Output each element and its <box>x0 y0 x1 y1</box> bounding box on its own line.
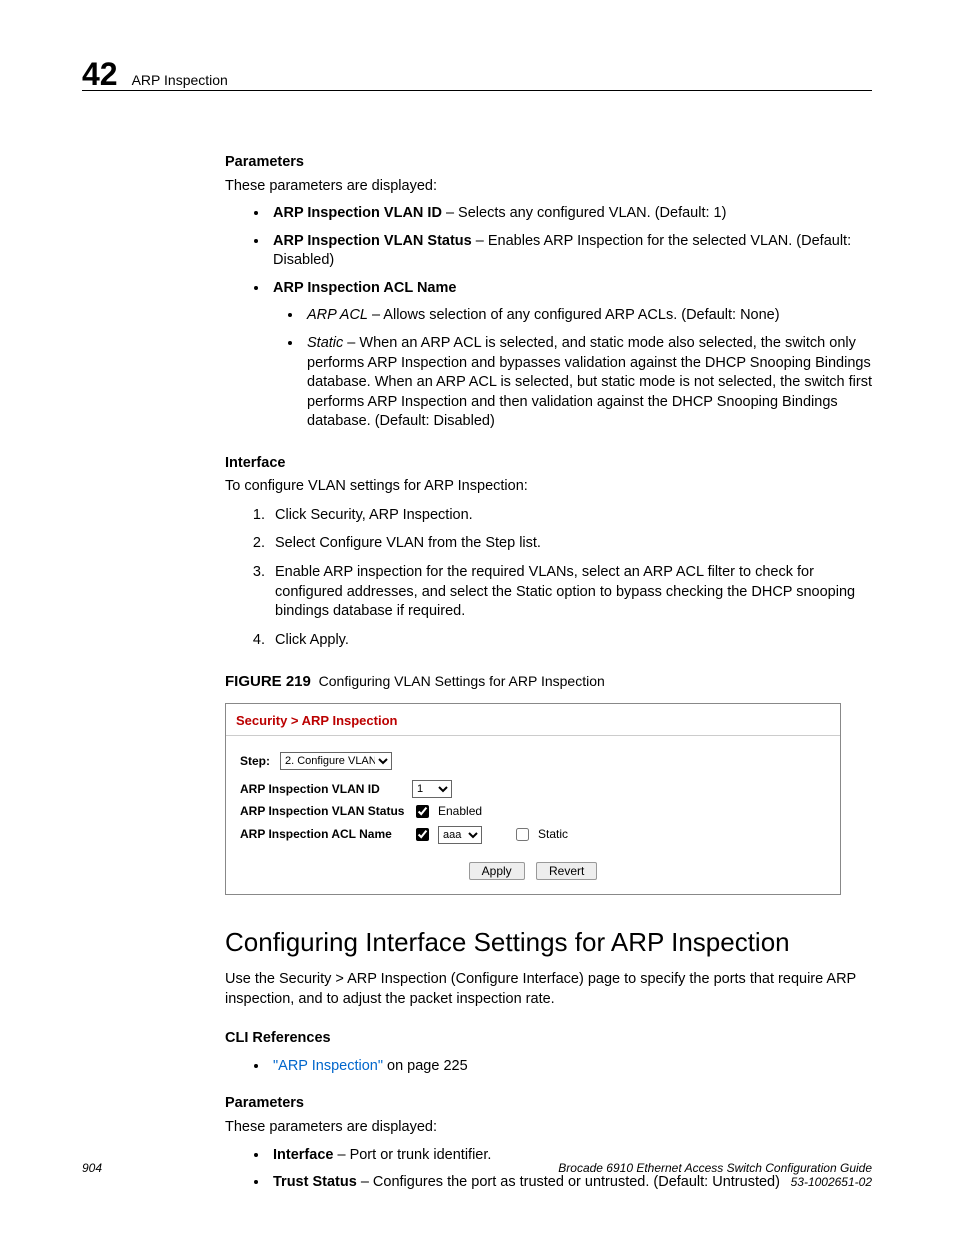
figure-screenshot: Security > ARP Inspection Step: 2. Confi… <box>225 703 841 896</box>
acl-enable-checkbox[interactable] <box>416 828 429 841</box>
acl-name-select[interactable]: aaa <box>438 826 482 844</box>
running-header: 42 ARP Inspection <box>82 58 228 90</box>
figure-number: FIGURE 219 <box>225 673 311 690</box>
list-item: ARP ACL – Allows selection of any config… <box>303 306 873 326</box>
list-item: ARP Inspection ACL Name ARP ACL – Allows… <box>269 279 873 432</box>
static-checkbox[interactable] <box>516 828 529 841</box>
param-label: ARP Inspection VLAN Status <box>273 233 472 249</box>
enabled-checkbox[interactable] <box>416 805 429 818</box>
footer-book-title: Brocade 6910 Ethernet Access Switch Conf… <box>558 1161 872 1175</box>
param-sublabel: Static <box>307 335 343 351</box>
param-label: ARP Inspection ACL Name <box>273 280 456 296</box>
section-intro: Use the Security > ARP Inspection (Confi… <box>225 970 873 1009</box>
list-item: ARP Inspection VLAN Status – Enables ARP… <box>269 232 873 271</box>
list-item: "ARP Inspection" on page 225 <box>269 1057 873 1077</box>
section-heading: Configuring Interface Settings for ARP I… <box>225 925 873 960</box>
chapter-title: ARP Inspection <box>132 72 228 88</box>
breadcrumb: Security > ARP Inspection <box>226 704 840 737</box>
page-footer: 904 Brocade 6910 Ethernet Access Switch … <box>82 1161 872 1189</box>
heading-parameters-2: Parameters <box>225 1094 873 1114</box>
cli-list: "ARP Inspection" on page 225 <box>225 1057 873 1077</box>
step-item: Click Security, ARP Inspection. <box>269 506 873 526</box>
param-desc: – When an ARP ACL is selected, and stati… <box>307 335 872 429</box>
footer-doc-number: 53-1002651-02 <box>558 1175 872 1189</box>
step-item: Click Apply. <box>269 631 873 651</box>
heading-cli-references: CLI References <box>225 1029 873 1049</box>
step-select[interactable]: 2. Configure VLAN <box>280 752 392 770</box>
step-label: Step: <box>240 753 280 769</box>
param-desc: – Selects any configured VLAN. (Default:… <box>442 205 727 221</box>
figure-title: Configuring VLAN Settings for ARP Inspec… <box>319 673 605 689</box>
apply-button[interactable]: Apply <box>469 862 525 880</box>
revert-button[interactable]: Revert <box>536 862 597 880</box>
sub-list: ARP ACL – Allows selection of any config… <box>273 306 873 431</box>
static-checkbox-label: Static <box>538 826 568 842</box>
header-rule <box>82 90 872 91</box>
param-label: ARP Inspection VLAN ID <box>273 205 442 221</box>
vlan-status-label: ARP Inspection VLAN Status <box>240 803 412 819</box>
parameters-intro-2: These parameters are displayed: <box>225 1118 873 1138</box>
cli-reference-tail: on page 225 <box>383 1058 468 1074</box>
parameters-intro: These parameters are displayed: <box>225 177 873 197</box>
heading-parameters: Parameters <box>225 153 873 173</box>
cli-reference-link[interactable]: "ARP Inspection" <box>273 1058 383 1074</box>
step-item: Enable ARP inspection for the required V… <box>269 563 873 622</box>
page-content: Parameters These parameters are displaye… <box>225 135 873 1193</box>
list-item: Static – When an ARP ACL is selected, an… <box>303 334 873 432</box>
vlan-id-label: ARP Inspection VLAN ID <box>240 781 412 797</box>
param-sublabel: ARP ACL <box>307 307 368 323</box>
step-item: Select Configure VLAN from the Step list… <box>269 534 873 554</box>
interface-intro: To configure VLAN settings for ARP Inspe… <box>225 477 873 497</box>
param-desc: – Allows selection of any configured ARP… <box>368 307 780 323</box>
chapter-number: 42 <box>82 58 118 90</box>
acl-name-label: ARP Inspection ACL Name <box>240 826 412 842</box>
figure-caption: FIGURE 219 Configuring VLAN Settings for… <box>225 672 873 692</box>
page-number: 904 <box>82 1161 102 1175</box>
list-item: ARP Inspection VLAN ID – Selects any con… <box>269 204 873 224</box>
steps-list: Click Security, ARP Inspection. Select C… <box>225 506 873 650</box>
parameters-list: ARP Inspection VLAN ID – Selects any con… <box>225 204 873 432</box>
enabled-checkbox-label: Enabled <box>438 803 482 819</box>
heading-interface: Interface <box>225 454 873 474</box>
vlan-id-select[interactable]: 1 <box>412 780 452 798</box>
